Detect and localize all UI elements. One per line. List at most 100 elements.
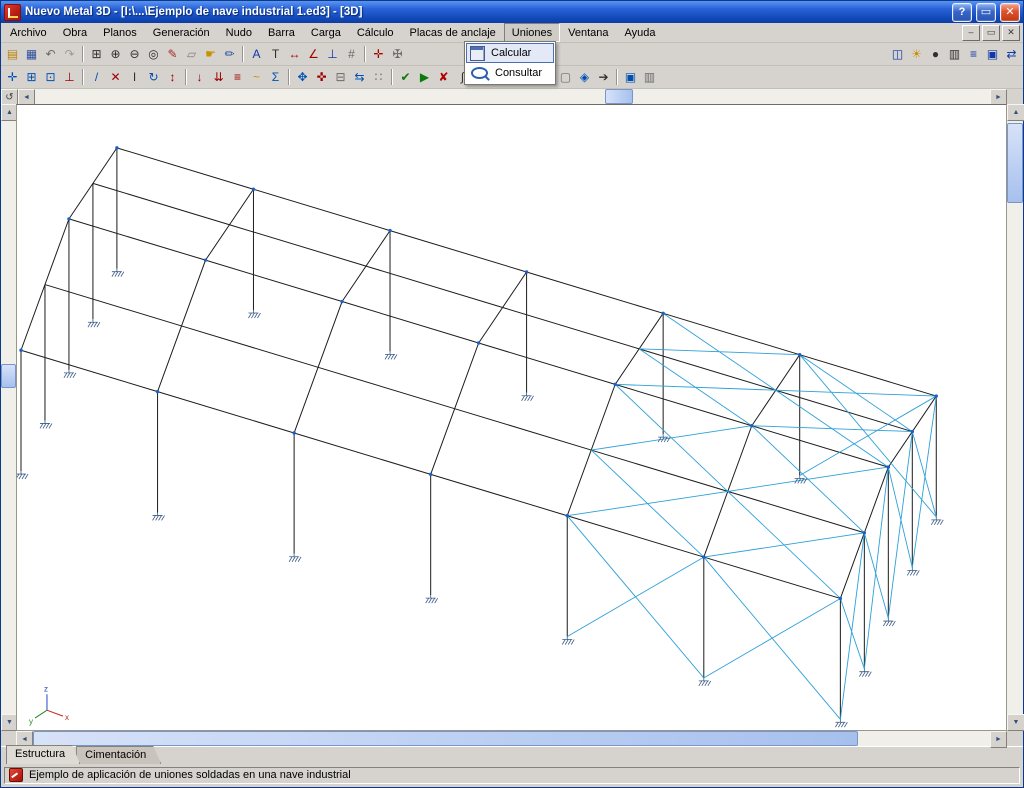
open-file-icon[interactable]: ▤ bbox=[3, 45, 22, 63]
profile-icon[interactable]: I bbox=[125, 68, 144, 86]
node-new-icon[interactable]: ✛ bbox=[3, 68, 22, 86]
mdi-minimize-button[interactable]: – bbox=[962, 24, 980, 41]
diamond-icon[interactable]: ◈ bbox=[575, 68, 594, 86]
pan-icon[interactable]: ☛ bbox=[201, 45, 220, 63]
run-icon[interactable]: ▶ bbox=[415, 68, 434, 86]
menu-item-consultar[interactable]: Consultar bbox=[466, 63, 554, 83]
help-button[interactable]: ? bbox=[952, 2, 972, 22]
menu-item-barra[interactable]: Barra bbox=[260, 23, 303, 42]
menu-item-archivo[interactable]: Archivo bbox=[2, 23, 55, 42]
status-text: Ejemplo de aplicación de uniones soldada… bbox=[29, 769, 351, 781]
grid-icon[interactable]: # bbox=[342, 45, 361, 63]
structure-node bbox=[203, 258, 208, 262]
text-icon[interactable]: A bbox=[247, 45, 266, 63]
screen-icon[interactable]: ▣ bbox=[621, 68, 640, 86]
menu-item-ayuda[interactable]: Ayuda bbox=[617, 23, 664, 42]
move-icon[interactable]: ✥ bbox=[293, 68, 312, 86]
mdi-restore-button[interactable]: ▭ bbox=[982, 24, 1000, 41]
angle-icon[interactable]: ∠ bbox=[304, 45, 323, 63]
copy-icon[interactable]: ⊟ bbox=[331, 68, 350, 86]
right-scroll-track[interactable] bbox=[1007, 121, 1023, 714]
rotate-icon[interactable]: ↻ bbox=[144, 68, 163, 86]
temperature-icon[interactable]: ~ bbox=[247, 68, 266, 86]
mirror-icon[interactable]: ⇆ bbox=[350, 68, 369, 86]
scroll-right-button[interactable]: ► bbox=[990, 731, 1007, 748]
axis-icon[interactable]: ↕ bbox=[163, 68, 182, 86]
snapshot-icon[interactable]: ● bbox=[926, 45, 945, 63]
zoom-window-icon[interactable]: ⊞ bbox=[87, 45, 106, 63]
left-scroll-track[interactable] bbox=[1, 121, 16, 714]
ortho-icon[interactable]: ⊥ bbox=[323, 45, 342, 63]
menu-item-calcular[interactable]: Calcular bbox=[466, 43, 554, 63]
zoom-extents-icon[interactable]: ◎ bbox=[144, 45, 163, 63]
stop-icon[interactable]: ✘ bbox=[434, 68, 453, 86]
dimension-icon[interactable]: ↔ bbox=[285, 45, 304, 63]
scroll-down-button[interactable]: ▼ bbox=[1007, 714, 1024, 731]
mdi-close-button[interactable]: ✕ bbox=[1002, 24, 1020, 41]
print-icon[interactable]: ▥ bbox=[945, 45, 964, 63]
left-scroll-thumb[interactable] bbox=[1, 364, 16, 388]
structure-node bbox=[524, 270, 529, 274]
redo-icon[interactable]: ↷ bbox=[60, 45, 79, 63]
cross-icon[interactable]: ✜ bbox=[312, 68, 331, 86]
scroll-up-button[interactable]: ▲ bbox=[1007, 104, 1024, 121]
node-bind-icon[interactable]: ⊡ bbox=[41, 68, 60, 86]
bar-new-icon[interactable]: / bbox=[87, 68, 106, 86]
toolbar-separator bbox=[288, 69, 290, 85]
restore-button[interactable]: ▭ bbox=[976, 2, 996, 22]
tab-estructura[interactable]: Estructura bbox=[6, 745, 80, 764]
structure-node bbox=[251, 187, 256, 191]
check-icon[interactable]: ✔ bbox=[396, 68, 415, 86]
support-icon[interactable]: ⊥ bbox=[60, 68, 79, 86]
pencil-icon[interactable]: ✎ bbox=[163, 45, 182, 63]
swap-icon[interactable]: ⇄ bbox=[1002, 45, 1021, 63]
menu-item-obra[interactable]: Obra bbox=[55, 23, 95, 42]
menu-item-carga[interactable]: Carga bbox=[303, 23, 349, 42]
menu-item-nudo[interactable]: Nudo bbox=[218, 23, 260, 42]
bottom-scroll-thumb[interactable] bbox=[33, 731, 859, 746]
hypothesis-icon[interactable]: Σ bbox=[266, 68, 285, 86]
bar-cross-icon[interactable]: ✕ bbox=[106, 68, 125, 86]
load-point-icon[interactable]: ↓ bbox=[190, 68, 209, 86]
views-icon[interactable]: ◫ bbox=[888, 45, 907, 63]
menu-item-uniones[interactable]: Uniones bbox=[503, 23, 561, 42]
axis-label: z bbox=[44, 684, 48, 693]
menu-item-planos[interactable]: Planos bbox=[95, 23, 145, 42]
load-surface-icon[interactable]: ≡ bbox=[228, 68, 247, 86]
top-scroll-thumb[interactable] bbox=[605, 89, 633, 104]
scrollbar-corner bbox=[1007, 731, 1023, 746]
drawing-canvas[interactable]: x y z bbox=[16, 104, 1007, 731]
menu-item-generacion[interactable]: Generación bbox=[145, 23, 218, 42]
right-scroll-thumb[interactable] bbox=[1007, 123, 1023, 203]
monitor-icon[interactable]: ▣ bbox=[983, 45, 1002, 63]
sun-icon[interactable]: ☀ bbox=[907, 45, 926, 63]
structure-3d-wireframe: x y z bbox=[17, 146, 944, 728]
node-grid-icon[interactable]: ⊞ bbox=[22, 68, 41, 86]
menu-item-calculo[interactable]: Cálculo bbox=[349, 23, 402, 42]
load-linear-icon[interactable]: ⇊ bbox=[209, 68, 228, 86]
structure-node bbox=[750, 424, 754, 428]
structure-node bbox=[838, 596, 843, 601]
label-icon[interactable]: T bbox=[266, 45, 285, 63]
zoom-in-icon[interactable]: ⊕ bbox=[106, 45, 125, 63]
tab-cimentacion[interactable]: Cimentación bbox=[76, 746, 161, 764]
tools-icon[interactable]: ✠ bbox=[388, 45, 407, 63]
close-button[interactable]: ✕ bbox=[1000, 2, 1020, 22]
axis-triad bbox=[46, 709, 64, 717]
zoom-out-icon[interactable]: ⊖ bbox=[125, 45, 144, 63]
app-icon bbox=[4, 3, 21, 21]
arrow-icon[interactable]: ➔ bbox=[594, 68, 613, 86]
undo-icon[interactable]: ↶ bbox=[41, 45, 60, 63]
panel-icon[interactable]: ▢ bbox=[556, 68, 575, 86]
edit-icon[interactable]: ✏ bbox=[220, 45, 239, 63]
list-icon[interactable]: ≡ bbox=[964, 45, 983, 63]
top-scroll-track[interactable] bbox=[35, 89, 990, 104]
save-icon[interactable]: ▦ bbox=[22, 45, 41, 63]
menu-item-placas-de-anclaje[interactable]: Placas de anclaje bbox=[402, 23, 504, 42]
menu-item-ventana[interactable]: Ventana bbox=[560, 23, 616, 42]
array-icon[interactable]: ∷ bbox=[369, 68, 388, 86]
bottom-scroll-track[interactable] bbox=[33, 731, 990, 746]
eraser-icon[interactable]: ▱ bbox=[182, 45, 201, 63]
sheet-icon[interactable]: ▥ bbox=[640, 68, 659, 86]
crosshair-icon[interactable]: ✛ bbox=[369, 45, 388, 63]
